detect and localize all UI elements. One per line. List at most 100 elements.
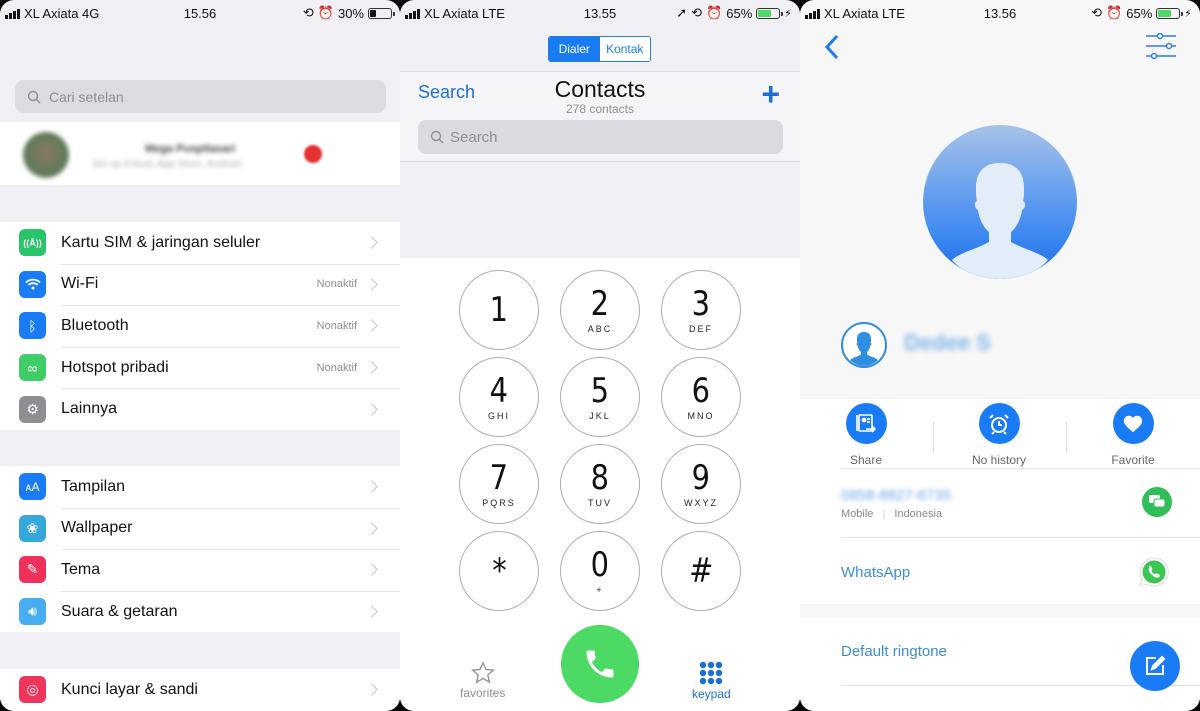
contact-photo[interactable] <box>923 125 1077 279</box>
settings-row-kunci-layar-sandi[interactable]: ◎ Kunci layar & sandi <box>0 669 400 711</box>
search-placeholder: Search <box>450 128 498 146</box>
tab-keypad[interactable]: keypad <box>692 661 731 701</box>
segment-kontak[interactable]: Kontak <box>599 37 650 61</box>
person-silhouette-icon <box>952 163 1048 279</box>
key-digit: 2 <box>590 283 610 324</box>
key-8[interactable]: 8 TUV <box>560 444 640 524</box>
key-star[interactable]: * <box>459 531 539 611</box>
settings-row-hotspot-pribadi[interactable]: ∞ Hotspot pribadi Nonaktif <box>0 346 400 389</box>
chevron-right-icon <box>365 278 378 291</box>
divider <box>1066 421 1067 453</box>
history-button[interactable]: No history <box>949 403 1049 467</box>
settings-group-network: ((Å)) Kartu SIM & jaringan seluler Wi-Fi No… <box>0 222 400 430</box>
speaker-icon: 🔊︎ <box>19 598 46 626</box>
phone-icon <box>586 650 614 678</box>
key-hash[interactable]: # <box>661 531 741 611</box>
cellular-antenna-icon: ((Å)) <box>19 229 46 257</box>
battery-icon <box>1156 7 1184 19</box>
settings-screen: XL Axiata 4G 15.56 ⟲ ⏰ 30% Cari setelan … <box>0 0 400 711</box>
key-9[interactable]: 9 WXYZ <box>661 444 741 524</box>
key-letters: GHI <box>487 410 510 421</box>
history-label: No history <box>971 453 1027 467</box>
settings-sliders-icon[interactable] <box>1146 33 1176 59</box>
settings-row-tema[interactable]: ✎ Tema <box>0 549 400 591</box>
alarm-icon: ⏰ <box>317 5 334 20</box>
settings-group-security: ◎ Kunci layar & sandi <box>0 669 400 711</box>
battery-percent: 30% <box>337 5 364 21</box>
favorite-button[interactable]: Favorite <box>1083 403 1183 467</box>
key-0[interactable]: 0 + <box>560 531 640 611</box>
charging-icon: ⚡ <box>784 7 792 20</box>
contacts-search-input[interactable]: Search <box>418 120 783 154</box>
key-digit: # <box>688 551 714 591</box>
profile-avatar <box>23 132 69 178</box>
key-letters: TUV <box>588 497 612 508</box>
whatsapp-link[interactable]: WhatsApp <box>841 564 910 581</box>
tab-favorites-label: favorites <box>460 686 506 700</box>
edit-contact-button[interactable] <box>1130 641 1180 691</box>
share-contact-icon <box>856 413 877 433</box>
phone-number[interactable]: 0858-8827-6735 <box>841 487 951 504</box>
settings-row-wallpaper[interactable]: ❀ Wallpaper <box>0 507 400 550</box>
settings-row-kartu-sim-jaringan-seluler[interactable]: ((Å)) Kartu SIM & jaringan seluler <box>0 222 400 264</box>
settings-row-bluetooth[interactable]: ᛒ Bluetooth Nonaktif <box>0 305 400 347</box>
status-bar: XL Axiata 4G 15.56 ⟲ ⏰ 30% <box>0 0 400 28</box>
settings-row-value: Nonaktif <box>316 278 357 291</box>
key-3[interactable]: 3 DEF <box>661 270 741 350</box>
contact-small-avatar <box>841 322 887 368</box>
key-letters: WXYZ <box>684 497 718 508</box>
phone-region: Indonesia <box>894 508 943 520</box>
settings-row-wi-fi[interactable]: Wi-Fi Nonaktif <box>0 263 400 306</box>
contacts-count: 278 contacts <box>565 102 635 116</box>
notification-badge <box>304 145 322 163</box>
battery-icon <box>368 7 395 19</box>
settings-row-suara-getaran[interactable]: 🔊︎ Suara & getaran <box>0 590 400 633</box>
back-chevron-icon[interactable] <box>824 34 840 60</box>
key-5[interactable]: 5 JKL <box>560 357 640 437</box>
battery-icon <box>756 7 784 19</box>
search-icon <box>430 130 444 144</box>
ringtone-link[interactable]: Default ringtone <box>841 643 947 660</box>
key-6[interactable]: 6 MNO <box>661 357 741 437</box>
alarm-icon: ⏰ <box>1106 5 1123 20</box>
settings-row-tampilan[interactable]: ᴀA Tampilan <box>0 466 400 508</box>
chevron-right-icon <box>365 683 378 697</box>
settings-row-lainnya[interactable]: ⚙ Lainnya <box>0 388 400 430</box>
call-button[interactable] <box>561 625 639 703</box>
chevron-right-icon <box>365 236 378 250</box>
key-1[interactable]: 1 <box>459 270 539 350</box>
wifi-icon <box>19 270 46 298</box>
key-digit: 4 <box>489 370 509 411</box>
add-contact-button[interactable]: + <box>761 78 780 110</box>
key-digit: 6 <box>691 370 711 411</box>
charging-icon: ⚡ <box>1184 7 1192 20</box>
tab-keypad-label: keypad <box>692 687 731 701</box>
hotspot-icon: ∞ <box>19 354 46 382</box>
key-4[interactable]: 4 GHI <box>459 357 539 437</box>
chevron-right-icon <box>365 480 378 494</box>
key-2[interactable]: 2 ABC <box>560 270 640 350</box>
settings-search-input[interactable]: Cari setelan <box>15 80 386 113</box>
key-digit: 9 <box>691 457 711 498</box>
rotation-lock-icon: ⟲ <box>691 5 703 20</box>
number-display-area <box>400 161 800 258</box>
key-letters: JKL <box>589 410 611 421</box>
keypad-icon <box>700 661 723 685</box>
heart-icon <box>1123 415 1143 432</box>
location-icon: ➚ <box>676 5 688 20</box>
tab-favorites[interactable]: favorites <box>460 660 505 700</box>
key-7[interactable]: 7 PQRS <box>459 444 539 524</box>
whatsapp-icon[interactable] <box>1138 556 1170 588</box>
chevron-right-icon <box>365 605 378 618</box>
status-bar: XL Axiata LTE 13.56 ⟲ ⏰ 65% ⚡ <box>800 0 1200 28</box>
share-button[interactable]: Share <box>816 403 916 467</box>
segment-dialer[interactable]: Dialer <box>549 37 600 61</box>
divider <box>841 537 1200 538</box>
settings-row-label: Wi-Fi <box>61 275 99 293</box>
meta-separator: | <box>882 508 886 520</box>
gear-icon: ⚙ <box>19 395 46 423</box>
settings-row-label: Bluetooth <box>61 316 129 334</box>
message-button[interactable] <box>1142 487 1172 517</box>
profile-row[interactable]: Mega Puspitasari Set up iCloud, App Stor… <box>0 122 400 185</box>
key-letters: PQRS <box>482 497 516 508</box>
